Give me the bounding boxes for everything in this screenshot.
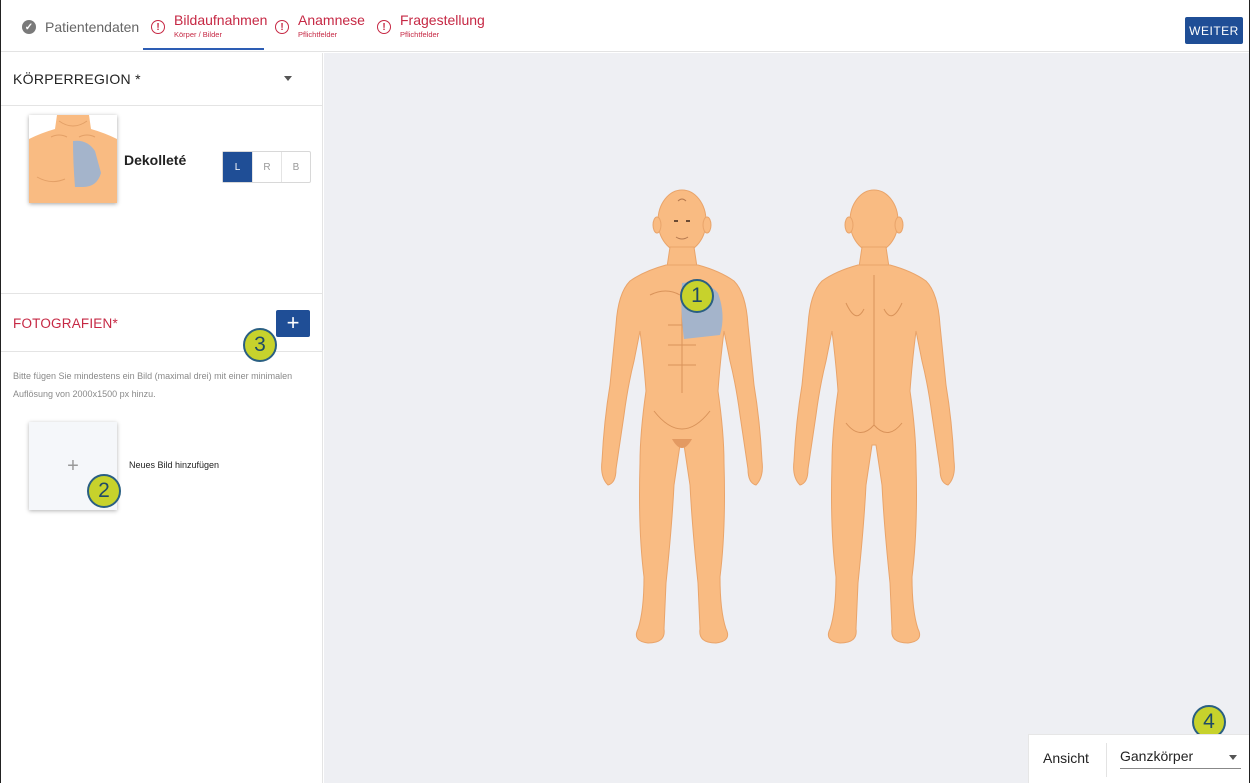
body-region-select[interactable]: KÖRPERREGION * (1, 53, 323, 106)
side-left-button[interactable]: L (223, 152, 252, 182)
body-map-canvas[interactable] (324, 53, 1249, 783)
sidebar: KÖRPERREGION * Dekolleté L R B FOTOGRAFI… (1, 53, 323, 783)
side-right-button[interactable]: R (252, 152, 281, 182)
divider (1106, 743, 1107, 777)
marker-1: 1 (680, 279, 714, 313)
plus-icon: + (67, 454, 79, 477)
step-sublabel: Pflichtfelder (298, 30, 338, 39)
view-value: Ganzkörper (1120, 748, 1194, 764)
marker-2: 2 (87, 474, 121, 508)
chevron-down-icon[interactable] (284, 76, 292, 81)
active-step-indicator (143, 48, 264, 50)
step-label: Fragestellung (400, 12, 485, 28)
add-photo-button[interactable]: + (276, 310, 310, 337)
side-both-button[interactable]: B (281, 152, 310, 182)
view-control: Ansicht Ganzkörper (1028, 734, 1249, 783)
check-circle-icon: ✓ (22, 20, 36, 34)
photos-title: FOTOGRAFIEN* (13, 316, 118, 331)
next-button[interactable]: WEITER (1185, 17, 1243, 44)
body-figures (594, 185, 974, 650)
body-region-title: KÖRPERREGION * (13, 71, 141, 87)
photo-hint: Bitte fügen Sie mindestens ein Bild (max… (13, 371, 293, 399)
side-toggle-group: L R B (222, 151, 311, 183)
divider (1, 293, 323, 294)
region-thumbnail (29, 115, 117, 203)
app-window: ✓ Patientendaten ! Bildaufnahmen Körper … (0, 0, 1250, 783)
step-anamnese[interactable]: ! Anamnese Pflichtfelder (275, 12, 365, 40)
warning-circle-icon: ! (151, 20, 165, 34)
region-name: Dekolleté (124, 152, 187, 168)
step-sublabel: Pflichtfelder (400, 30, 440, 39)
view-label: Ansicht (1043, 750, 1089, 766)
warning-circle-icon: ! (275, 20, 289, 34)
step-sublabel: Körper / Bilder (174, 30, 222, 39)
step-patientendaten[interactable]: ✓ Patientendaten (22, 12, 139, 36)
step-label: Bildaufnahmen (174, 12, 268, 28)
marker-3: 3 (243, 328, 277, 362)
front-body-figure (601, 189, 763, 644)
new-image-label: Neues Bild hinzufügen (129, 460, 220, 470)
view-select[interactable]: Ganzkörper (1120, 745, 1241, 769)
warning-circle-icon: ! (377, 20, 391, 34)
step-label: Patientendaten (45, 19, 140, 35)
step-fragestellung[interactable]: ! Fragestellung Pflichtfelder (377, 12, 485, 40)
step-label: Anamnese (298, 12, 365, 28)
stepper-bar: ✓ Patientendaten ! Bildaufnahmen Körper … (1, 0, 1249, 52)
chevron-down-icon[interactable] (1229, 755, 1237, 760)
step-bildaufnahmen[interactable]: ! Bildaufnahmen Körper / Bilder (151, 12, 267, 40)
